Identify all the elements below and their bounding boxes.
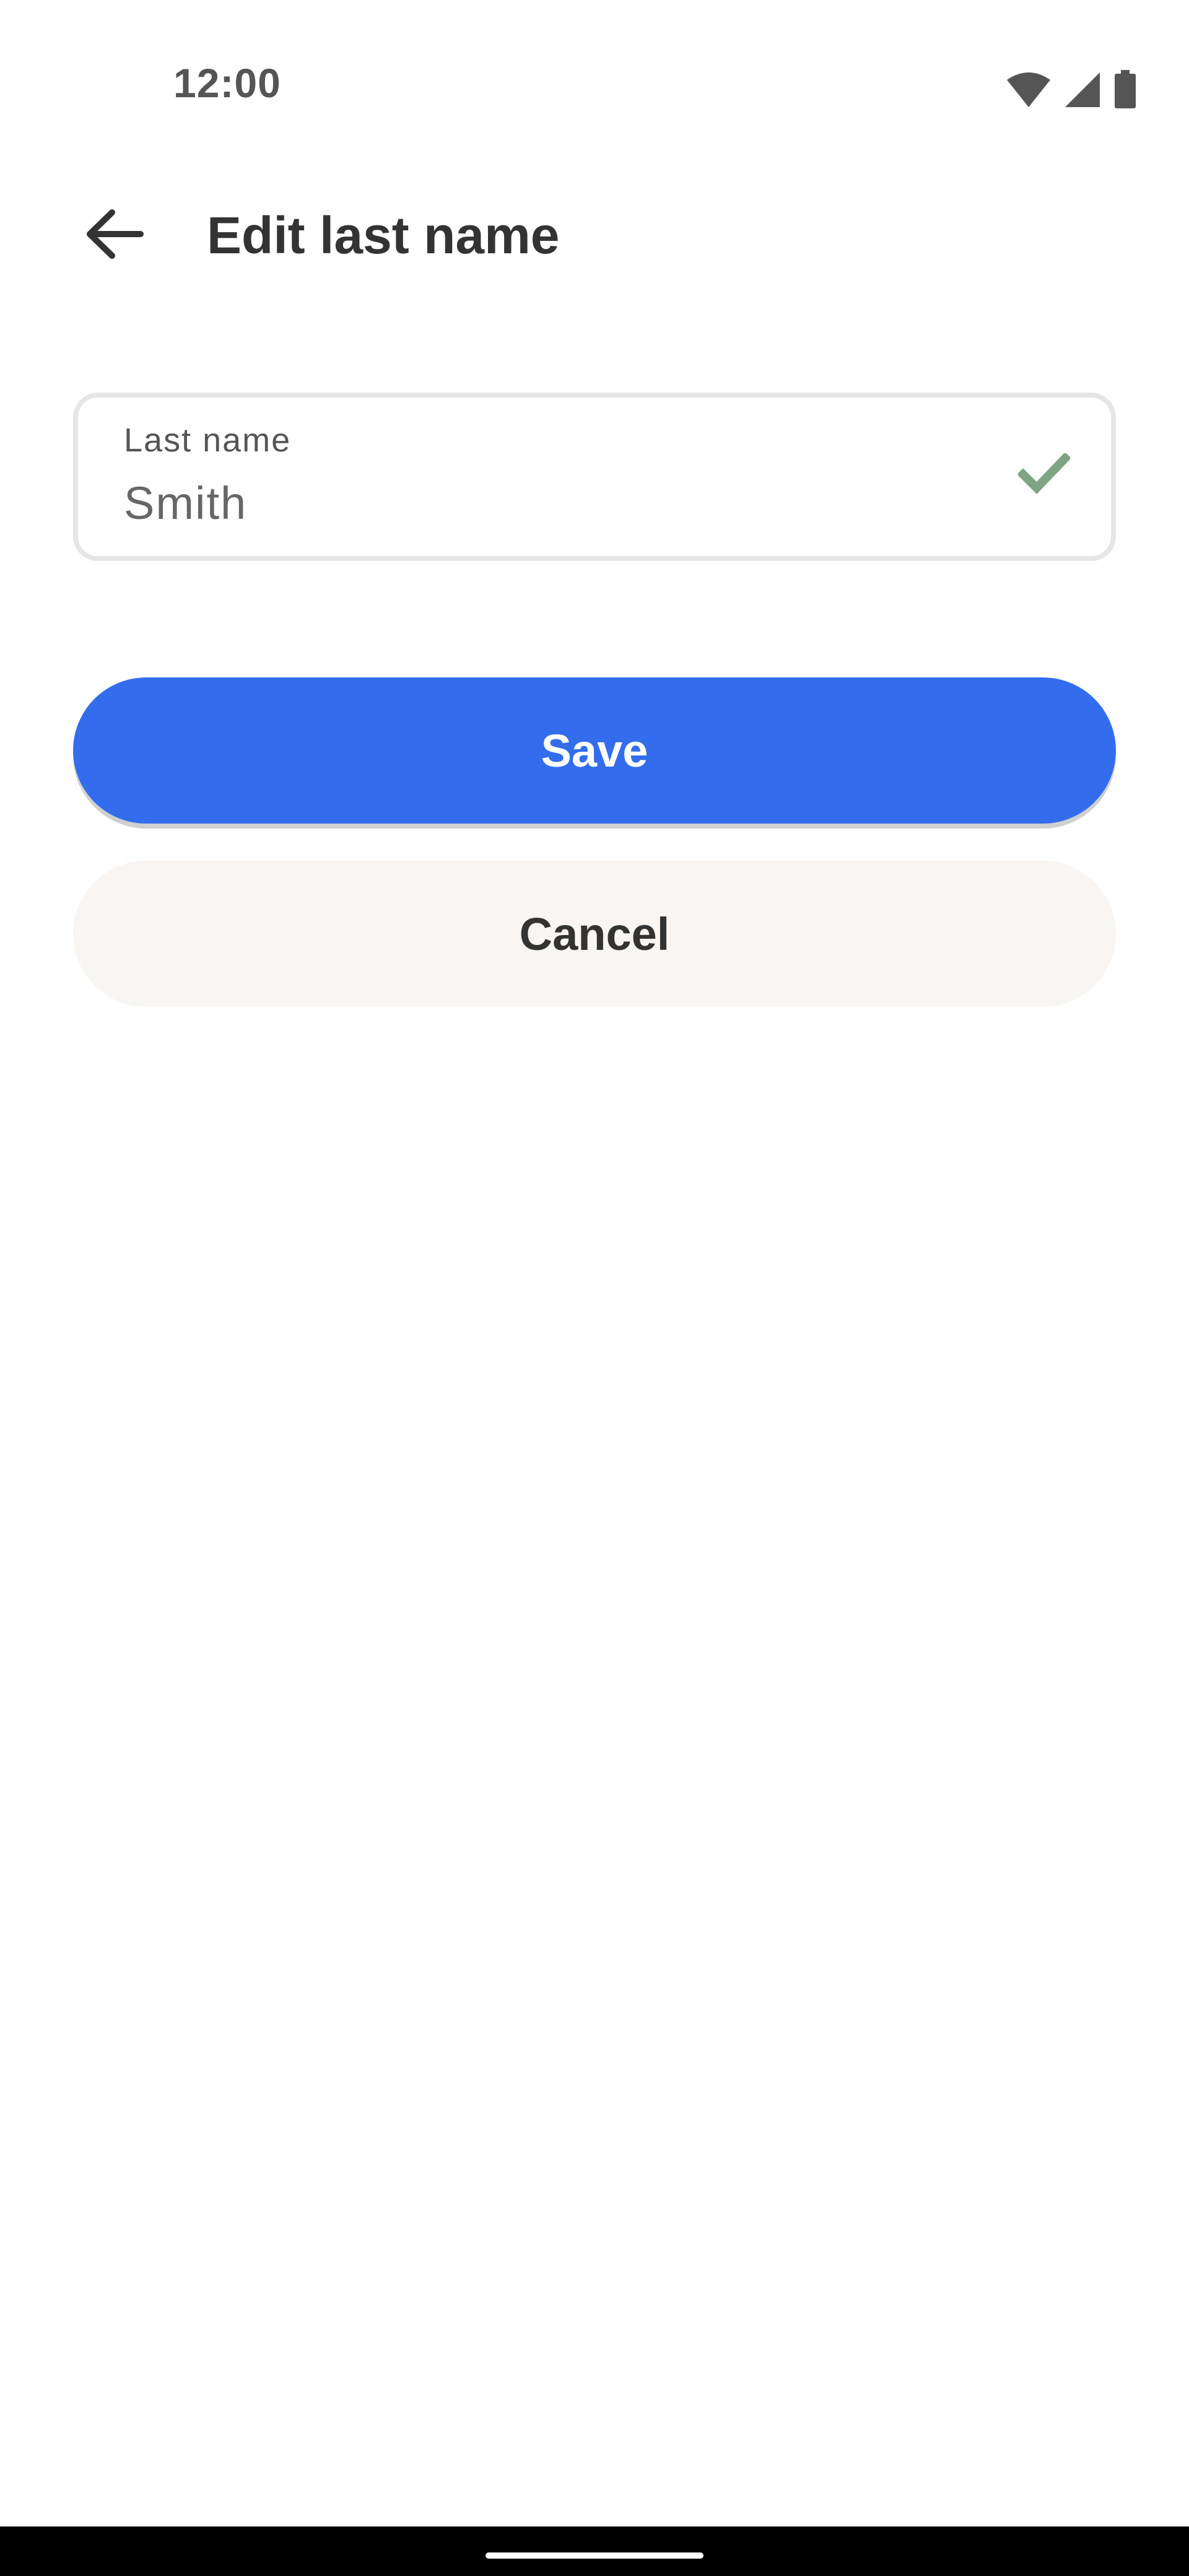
status-time: 12:00	[173, 60, 281, 106]
back-button[interactable]	[68, 198, 161, 272]
app-bar: Edit last name	[0, 173, 1189, 297]
status-bar: 12:00	[0, 0, 1189, 149]
last-name-input[interactable]	[124, 477, 991, 529]
cancel-button[interactable]: Cancel	[73, 861, 1116, 1007]
last-name-field[interactable]: Last name	[73, 393, 1116, 561]
navigation-bar	[0, 2526, 1189, 2576]
page-title: Edit last name	[207, 206, 560, 264]
battery-icon	[1113, 70, 1137, 110]
home-indicator[interactable]	[486, 2552, 703, 2559]
wifi-icon	[1006, 71, 1052, 108]
cellular-signal-icon	[1064, 71, 1101, 108]
status-icons	[1006, 68, 1137, 111]
last-name-label: Last name	[124, 422, 292, 459]
save-button[interactable]: Save	[73, 677, 1116, 824]
checkmark-icon	[1017, 452, 1071, 497]
arrow-left-icon	[84, 206, 146, 265]
